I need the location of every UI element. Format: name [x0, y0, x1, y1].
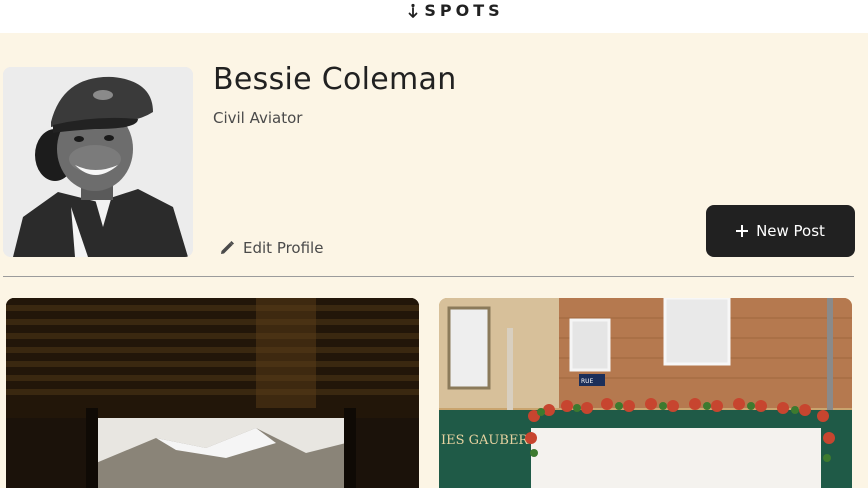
edit-profile-label: Edit Profile — [243, 239, 324, 257]
storefront-photo: RUE IES GAUBERT — [439, 298, 852, 488]
avatar-photo — [3, 67, 193, 257]
edit-profile-button[interactable]: Edit Profile — [219, 237, 323, 259]
profile-name: Bessie Coleman — [213, 62, 457, 97]
shop-sign: IES GAUBERT — [441, 433, 537, 448]
card-image[interactable] — [6, 298, 419, 488]
plus-icon — [736, 225, 749, 237]
profile-avatar — [3, 67, 193, 257]
card-image[interactable]: RUE IES GAUBERT — [439, 298, 852, 488]
section-divider — [3, 276, 854, 277]
site-header: SPOTS — [0, 0, 868, 33]
window-mountain-photo — [6, 298, 419, 488]
street-sign: RUE — [581, 378, 594, 385]
profile-description: Civil Aviator — [213, 109, 303, 127]
pencil-icon — [221, 240, 235, 254]
new-post-button[interactable]: New Post — [706, 205, 855, 257]
logo[interactable]: SPOTS — [408, 1, 503, 20]
logo-text: SPOTS — [424, 1, 504, 20]
new-post-label: New Post — [756, 222, 825, 240]
arrow-down-icon — [408, 3, 418, 18]
